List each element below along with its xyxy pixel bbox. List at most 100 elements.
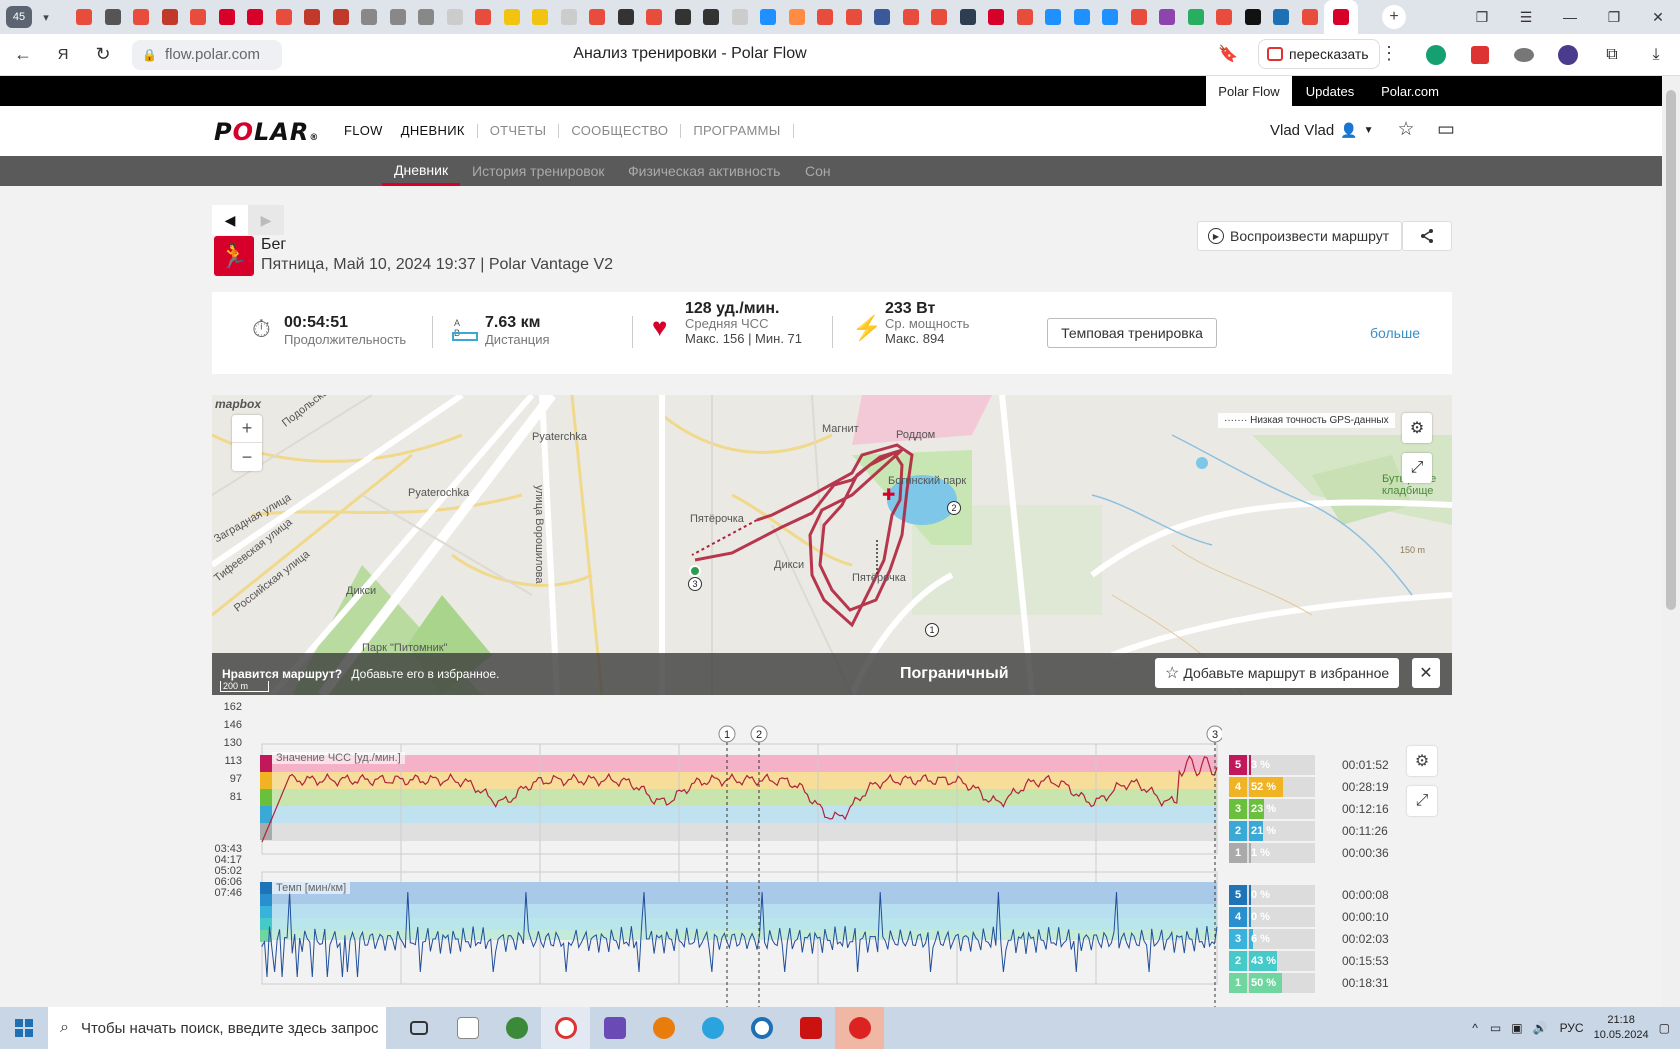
zoom-out-button[interactable]: − [232, 443, 262, 471]
browser-tab[interactable] [783, 0, 812, 34]
browser-tab[interactable] [298, 0, 327, 34]
chart-expand-button[interactable]: ⤢ [1407, 786, 1437, 816]
route-map[interactable]: mapbox + − Pyaterchka Pyaterochka Магнит… [212, 395, 1452, 695]
browser-tab[interactable] [1182, 0, 1211, 34]
browser-tab[interactable] [897, 0, 926, 34]
task-view-icon[interactable] [394, 1007, 443, 1049]
collections-icon[interactable]: ❐ [1460, 0, 1504, 34]
back-button[interactable]: ← [6, 38, 40, 72]
browser-tab[interactable] [868, 0, 897, 34]
route-marker-2[interactable]: 2 [947, 501, 961, 515]
browser-tab[interactable] [1296, 0, 1325, 34]
browser-tab[interactable] [555, 0, 584, 34]
tab-list-chevron-icon[interactable]: ▾ [36, 6, 56, 28]
scrollbar-thumb[interactable] [1666, 90, 1676, 610]
browser-tab[interactable] [1210, 0, 1239, 34]
browser-tab[interactable] [70, 0, 99, 34]
browser-tab[interactable] [583, 0, 612, 34]
browser-tab[interactable] [384, 0, 413, 34]
nav-reports[interactable]: ОТЧЕТЫ [478, 124, 560, 138]
browser-tab[interactable] [99, 0, 128, 34]
user-menu[interactable]: Vlad Vlad 👤 ▼ [1270, 122, 1374, 139]
route-marker-1[interactable]: 1 [925, 623, 939, 637]
blender-icon[interactable] [639, 1007, 688, 1049]
url-field[interactable]: 🔒 flow.polar.com [132, 39, 282, 70]
subnav-activity[interactable]: Физическая активность [628, 156, 780, 186]
clock[interactable]: 21:18 10.05.2024 [1594, 1013, 1649, 1043]
downloads-icon[interactable]: ⤓ [1634, 46, 1678, 64]
replay-route-button[interactable]: ▶ Воспроизвести маршрут [1197, 221, 1403, 251]
close-favorite-button[interactable]: ✕ [1412, 658, 1440, 688]
browser-tab[interactable] [754, 0, 783, 34]
acrobat-icon[interactable] [786, 1007, 835, 1049]
reload-button[interactable]: ↻ [86, 38, 120, 72]
page-scrollbar[interactable] [1662, 76, 1680, 1007]
browser-tab[interactable] [925, 0, 954, 34]
browser-tab[interactable] [840, 0, 869, 34]
browser-tab[interactable] [1239, 0, 1268, 34]
retell-button[interactable]: пересказать [1258, 39, 1380, 69]
taskbar-search[interactable]: ⌕ Чтобы начать поиск, введите здесь запр… [48, 1007, 386, 1049]
prev-session-button[interactable]: ◀ [212, 205, 248, 235]
browser-tab[interactable] [526, 0, 555, 34]
share-button[interactable] [1402, 221, 1452, 251]
messages-icon[interactable]: ▭ [1426, 118, 1466, 141]
browser-tab[interactable] [1153, 0, 1182, 34]
chart-settings-button[interactable]: ⚙ [1407, 746, 1437, 776]
telegram-icon[interactable] [688, 1007, 737, 1049]
map-expand-button[interactable]: ⤢ [1402, 453, 1432, 483]
zoom-in-button[interactable]: + [232, 415, 262, 443]
browser-tab[interactable] [1039, 0, 1068, 34]
browser-tab[interactable] [811, 0, 840, 34]
nav-community[interactable]: СООБЩЕСТВО [559, 124, 682, 138]
browser-tab[interactable] [213, 0, 242, 34]
browser-tab[interactable] [669, 0, 698, 34]
extension-puzzle-icon[interactable]: ⧉ [1590, 46, 1634, 64]
chrome-like-icon[interactable] [492, 1007, 541, 1049]
map-settings-button[interactable]: ⚙ [1402, 413, 1432, 443]
browser-tab[interactable] [270, 0, 299, 34]
browser-tab[interactable] [612, 0, 641, 34]
menu-icon[interactable]: ☰ [1504, 0, 1548, 34]
extension-vpn-icon[interactable] [1546, 45, 1590, 65]
tab-polar-flow[interactable]: Polar Flow [1206, 76, 1292, 106]
browser-tab[interactable] [697, 0, 726, 34]
training-type-button[interactable]: Темповая тренировка [1047, 318, 1217, 348]
tab-polar-com[interactable]: Polar.com [1368, 76, 1452, 106]
browser-tab[interactable] [469, 0, 498, 34]
tab-count-badge[interactable]: 45 [6, 6, 32, 28]
charts-svg[interactable]: 1 2 3 [212, 722, 1222, 1007]
bookmark-icon[interactable]: 🔖 [1218, 44, 1238, 64]
notepad-icon[interactable] [443, 1007, 492, 1049]
browser-tab[interactable] [1125, 0, 1154, 34]
browser-tab[interactable] [954, 0, 983, 34]
language-indicator[interactable]: РУС [1560, 1021, 1584, 1035]
next-session-button[interactable]: ▶ [248, 205, 284, 235]
new-tab-button[interactable]: + [1382, 5, 1406, 29]
browser-tab[interactable] [1096, 0, 1125, 34]
subnav-sleep[interactable]: Сон [805, 156, 831, 186]
volume-icon[interactable]: 🔊 [1533, 1021, 1548, 1035]
browser-tab[interactable] [1267, 0, 1296, 34]
chrome-icon[interactable] [737, 1007, 786, 1049]
yandex-browser-icon[interactable] [541, 1007, 590, 1049]
browser-tab[interactable] [241, 0, 270, 34]
grammarly-icon[interactable] [1414, 45, 1458, 65]
add-favorite-button[interactable]: ☆ Добавьте маршрут в избранное [1155, 658, 1400, 688]
yandex-home-icon[interactable]: Я [46, 38, 80, 72]
nav-diary[interactable]: ДНЕВНИК [389, 124, 478, 138]
browser-tab[interactable] [726, 0, 755, 34]
browser-tab[interactable] [441, 0, 470, 34]
browser-tab[interactable] [156, 0, 185, 34]
restore-button[interactable]: ❐ [1592, 0, 1636, 34]
nav-programs[interactable]: ПРОГРАММЫ [681, 124, 794, 138]
tray-chevron-icon[interactable]: ^ [1472, 1021, 1478, 1035]
tab-updates[interactable]: Updates [1292, 76, 1368, 106]
browser-tab[interactable] [640, 0, 669, 34]
browser-tab[interactable] [127, 0, 156, 34]
network-icon[interactable]: ▣ [1511, 1021, 1522, 1035]
favorites-star-icon[interactable]: ☆ [1386, 118, 1426, 141]
subnav-history[interactable]: История тренировок [472, 156, 604, 186]
visual-studio-icon[interactable] [590, 1007, 639, 1049]
polar-logo[interactable]: POLAR® [214, 118, 319, 146]
